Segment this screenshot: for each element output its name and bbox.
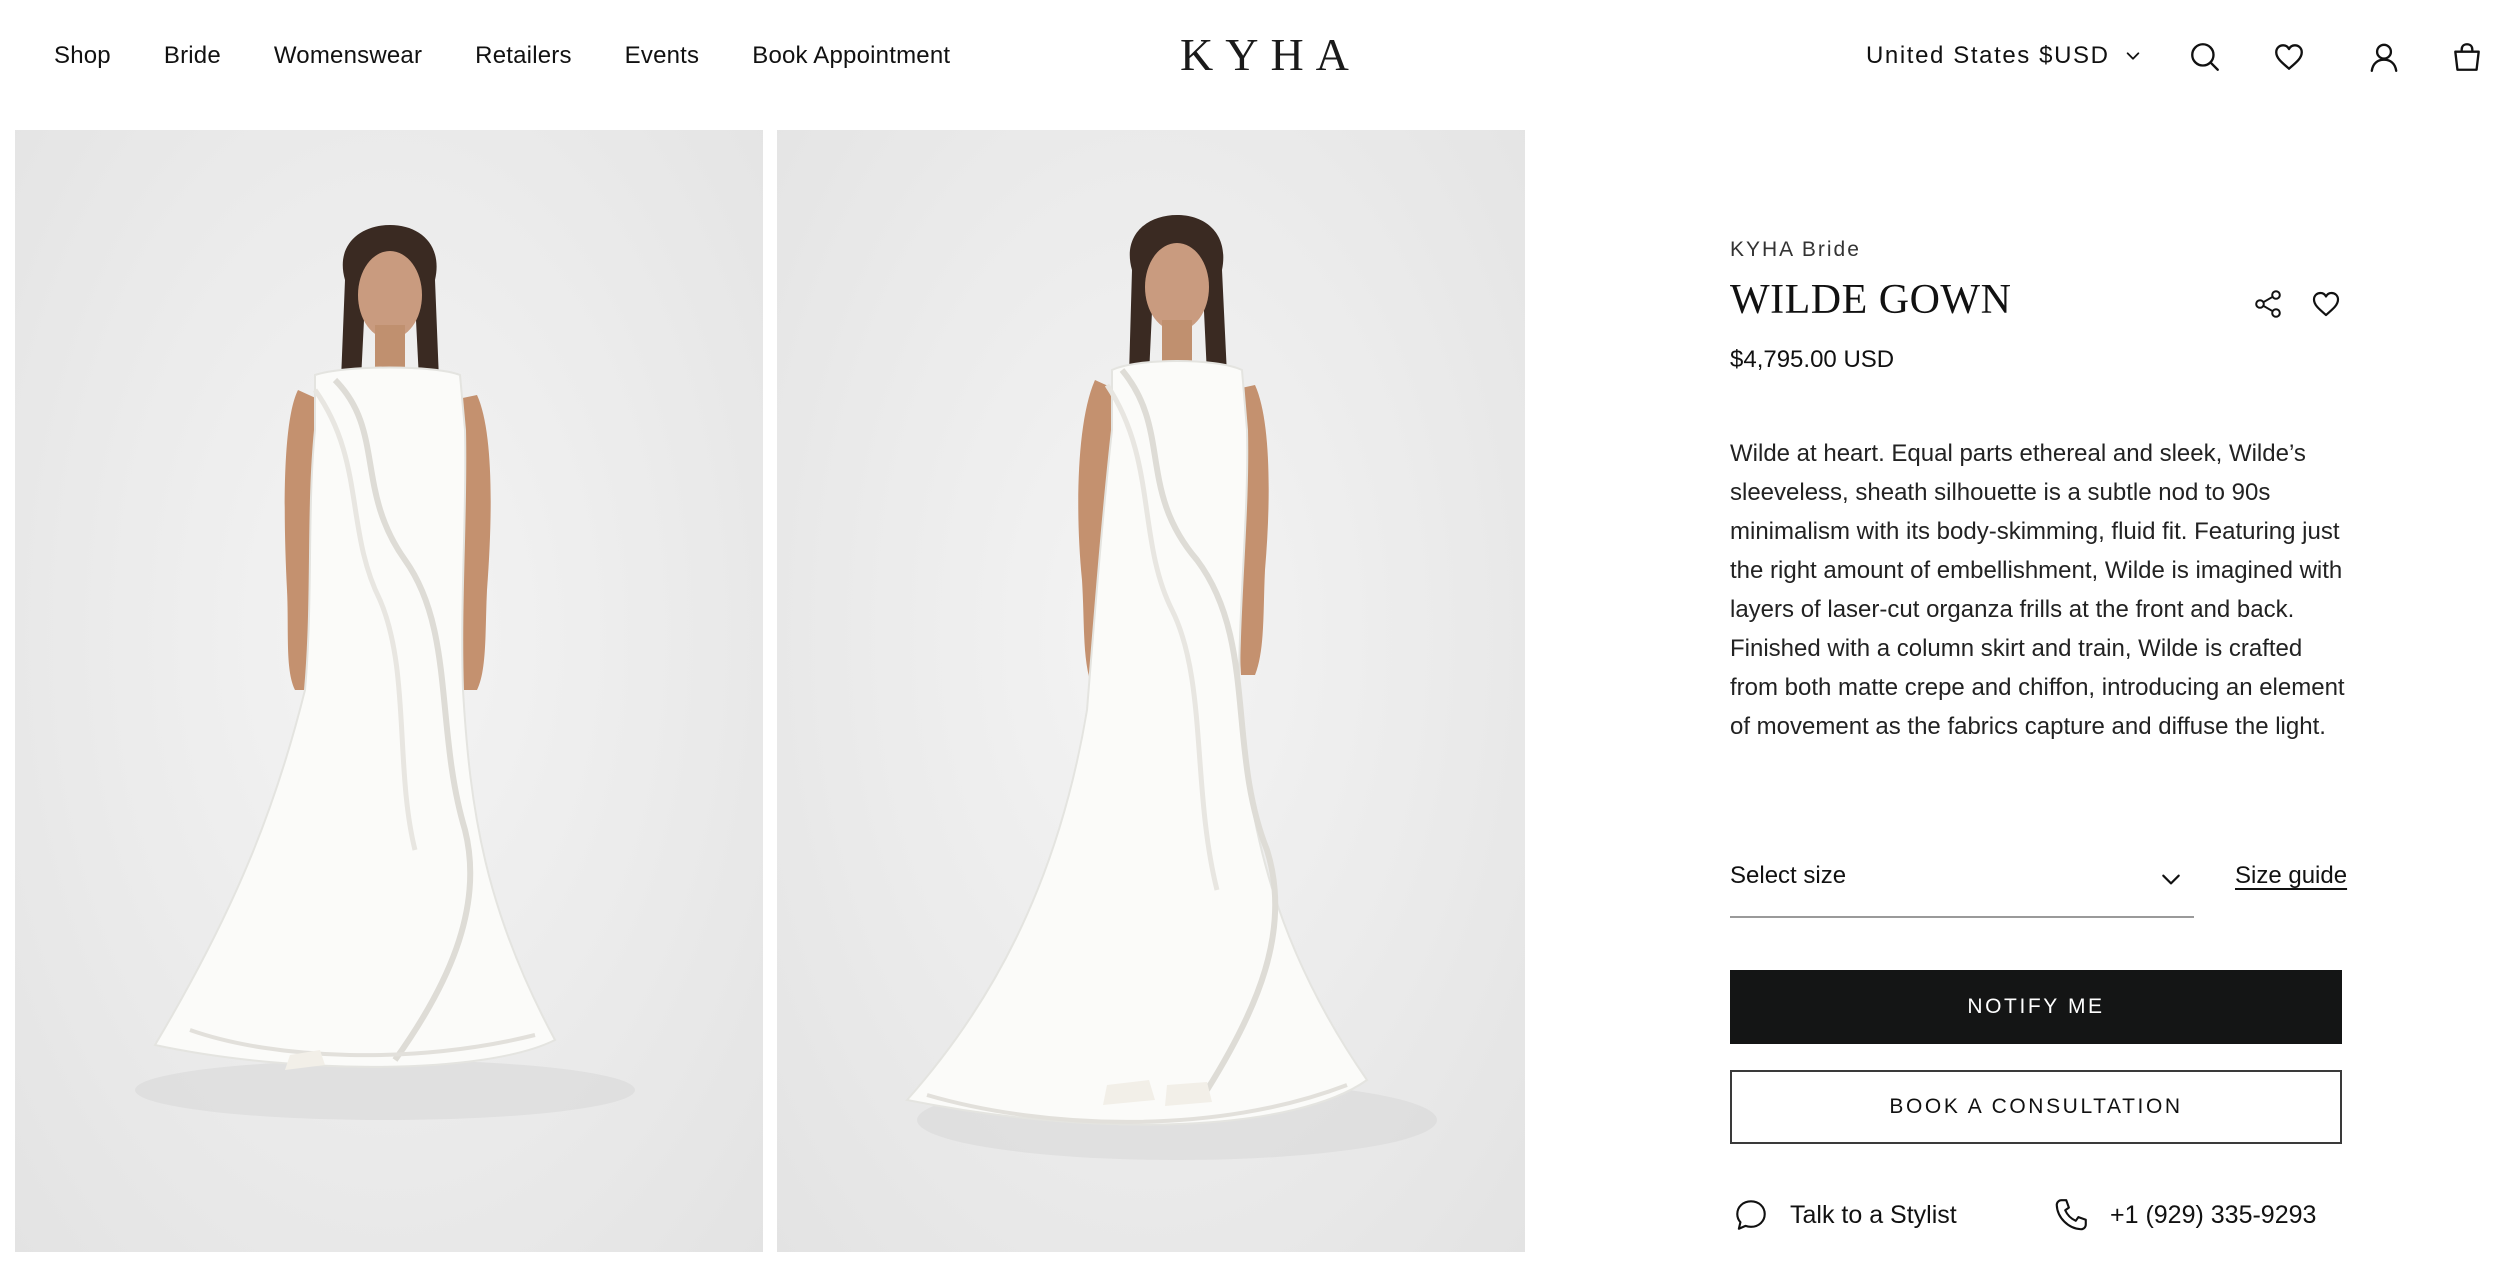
product-image-angled[interactable] bbox=[777, 130, 1525, 1252]
main-nav: Shop Bride Womenswear Retailers Events B… bbox=[54, 42, 950, 70]
account-icon[interactable] bbox=[2367, 40, 2401, 74]
site-header: Shop Bride Womenswear Retailers Events B… bbox=[0, 0, 2500, 120]
gown-angled-illustration bbox=[905, 215, 1437, 1160]
gown-front-illustration bbox=[135, 225, 635, 1120]
size-guide-link[interactable]: Size guide bbox=[2235, 862, 2347, 890]
nav-item-book-appointment[interactable]: Book Appointment bbox=[752, 42, 950, 70]
product-title: WILDE GOWN bbox=[1730, 277, 2012, 323]
wishlist-heart-icon[interactable] bbox=[2310, 288, 2342, 320]
nav-item-events[interactable]: Events bbox=[625, 42, 700, 70]
nav-item-bride[interactable]: Bride bbox=[164, 42, 221, 70]
phone-number: +1 (929) 335-9293 bbox=[2110, 1200, 2317, 1229]
nav-item-shop[interactable]: Shop bbox=[54, 42, 111, 70]
size-select[interactable]: Select size bbox=[1730, 856, 2194, 918]
notify-me-button[interactable]: NOTIFY ME bbox=[1730, 970, 2342, 1044]
product-price: $4,795.00 USD bbox=[1730, 346, 1895, 373]
currency-label: United States $USD bbox=[1866, 42, 2110, 69]
chevron-down-icon bbox=[2126, 52, 2139, 60]
chat-bubble-icon bbox=[1736, 1200, 1766, 1230]
nav-item-retailers[interactable]: Retailers bbox=[475, 42, 572, 70]
search-icon[interactable] bbox=[2188, 40, 2222, 74]
book-consultation-button[interactable]: BOOK A CONSULTATION bbox=[1730, 1070, 2342, 1144]
currency-selector[interactable]: United States $USD bbox=[1866, 42, 2142, 70]
phone-link[interactable]: +1 (929) 335-9293 bbox=[2052, 1196, 2316, 1234]
size-select-label: Select size bbox=[1730, 862, 1847, 889]
share-icon[interactable] bbox=[2252, 288, 2284, 320]
product-collection[interactable]: KYHA Bride bbox=[1730, 238, 1861, 262]
bag-icon[interactable] bbox=[2450, 40, 2484, 74]
chevron-down-icon bbox=[2162, 874, 2180, 885]
talk-to-stylist-label: Talk to a Stylist bbox=[1790, 1200, 1957, 1229]
heart-icon[interactable] bbox=[2272, 40, 2306, 74]
product-image-front[interactable] bbox=[15, 130, 763, 1252]
nav-item-womenswear[interactable]: Womenswear bbox=[274, 42, 422, 70]
phone-icon bbox=[2055, 1199, 2087, 1231]
product-description: Wilde at heart. Equal parts ethereal and… bbox=[1730, 440, 2345, 740]
brand-logo[interactable]: KYHA bbox=[1180, 28, 1360, 81]
talk-to-stylist-link[interactable]: Talk to a Stylist bbox=[1732, 1196, 1957, 1234]
